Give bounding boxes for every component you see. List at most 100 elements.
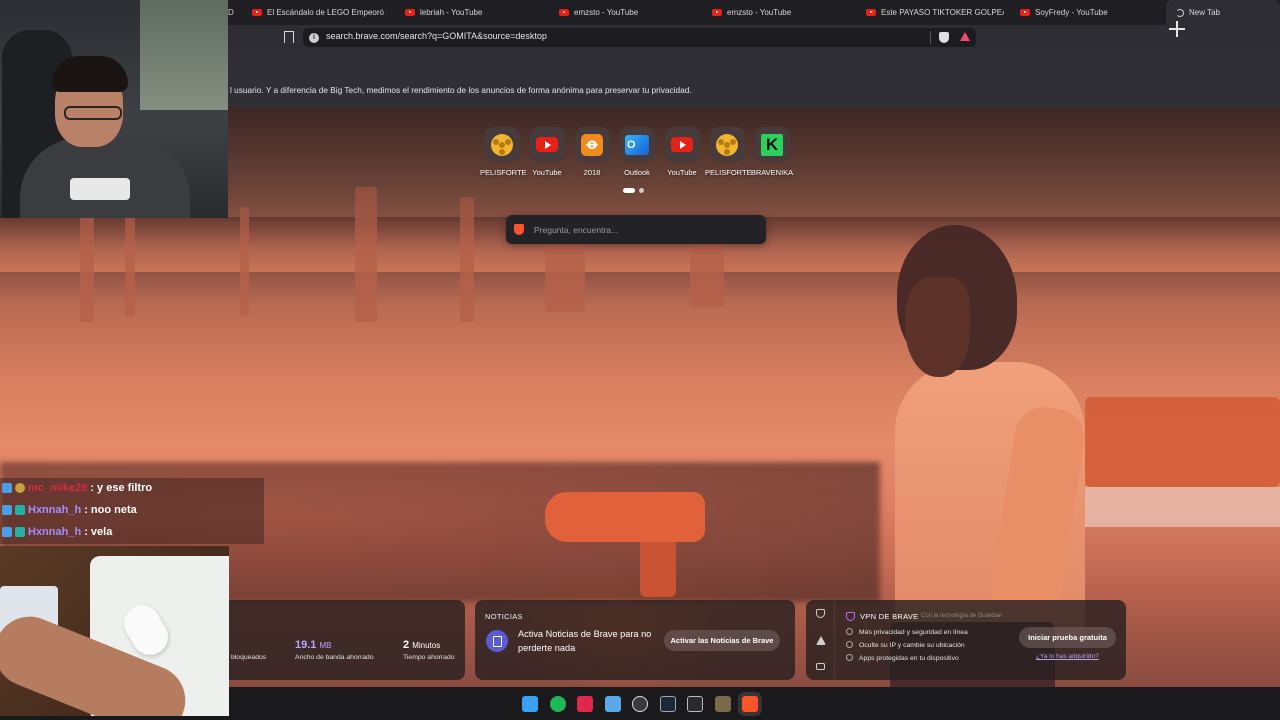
start-trial-button[interactable]: Iniciar prueba gratuita: [1019, 627, 1116, 648]
search-placeholder[interactable]: Pregunta, encuentra...: [534, 225, 618, 235]
vpn-powered-by: Con la tecnología de Guardian: [921, 613, 1003, 619]
url-text[interactable]: search.brave.com/search?q=GOMITA&source=…: [326, 31, 547, 41]
vpn-title: VPN DE BRAVE: [860, 612, 919, 621]
youtube-icon: [1020, 9, 1030, 16]
chat-badge-icon: [2, 505, 12, 515]
chat-message: Hxnnah_h : vela: [2, 522, 112, 542]
top-sites: PELISFORTE YouTube ꝋ 2018 O Outlook YouT…: [480, 127, 795, 187]
spotify-icon[interactable]: [550, 696, 566, 712]
bookmark-icon[interactable]: [284, 31, 294, 43]
obs-icon[interactable]: [632, 696, 648, 712]
top-site-label: BRAVENIKA: [750, 168, 794, 177]
time-unit: Minutos: [412, 641, 441, 650]
pager-dot[interactable]: [639, 188, 644, 193]
top-site-label: Outlook: [624, 168, 650, 177]
top-site-tile[interactable]: O: [619, 127, 655, 162]
top-site-pelisforte-2[interactable]: PELISFORTE: [705, 127, 752, 177]
top-sites-pager: [623, 188, 653, 194]
brave-rewards-icon[interactable]: [960, 32, 970, 41]
tab-5-title: Este PAYASO TIKTOKER GOLPEA MUJ: [881, 8, 1004, 17]
top-site-label: PELISFORTE: [480, 168, 527, 177]
tab-3-title: emzsto - YouTube: [574, 8, 639, 17]
handcam-overlay: [0, 546, 229, 716]
url-separator: [930, 31, 931, 44]
film-reel-icon: [716, 133, 738, 156]
stream-chat: mc_mike29 : y ese filtro Hxnnah_h : noo …: [0, 478, 264, 544]
top-site-youtube[interactable]: YouTube: [525, 127, 569, 177]
epic-games-icon[interactable]: [687, 696, 703, 712]
odnoklassniki-icon: ꝋ: [581, 133, 603, 156]
tab-1-title: El Escándalo de LEGO Empeoró - You: [267, 8, 387, 17]
chat-badge-icon: [15, 527, 25, 537]
chat-badge-icon: [15, 505, 25, 515]
background-shelf: [1072, 487, 1280, 527]
chat-text: : vela: [84, 526, 113, 538]
background-box: [1085, 397, 1280, 487]
chat-text: : y ese filtro: [90, 482, 153, 494]
pen-app-icon[interactable]: [577, 696, 593, 712]
chat-username: mc_mike29: [28, 482, 88, 494]
tab-5[interactable]: Este PAYASO TIKTOKER GOLPEA MUJ: [866, 0, 1004, 25]
top-site-tile[interactable]: ꝋ: [574, 127, 610, 162]
game-app-icon[interactable]: [715, 696, 731, 712]
vpn-feature: Más privacidad y seguridad en línea: [846, 628, 968, 636]
already-purchased-link[interactable]: ¿Ya lo has adquirido?: [1036, 653, 1099, 660]
film-reel-icon: [491, 133, 513, 156]
youtube-icon: [536, 137, 558, 152]
top-site-tile[interactable]: [664, 127, 700, 162]
news-icon: [486, 630, 508, 652]
blocked-label: bloqueados: [231, 654, 267, 661]
card-icon[interactable]: [816, 663, 825, 670]
outlook-icon: O: [625, 134, 649, 155]
top-site-2018[interactable]: ꝋ 2018: [570, 127, 614, 177]
info-banner: [228, 49, 1280, 107]
brave-shields-icon[interactable]: [939, 32, 949, 43]
youtube-icon: [671, 137, 693, 152]
tab-6[interactable]: SoyFredy - YouTube: [1020, 0, 1160, 25]
bandwidth-stat: 19.1 MB: [295, 639, 331, 651]
tab-3[interactable]: emzsto - YouTube: [559, 0, 699, 25]
chat-badge-icon: [2, 483, 12, 493]
tab-7-title: New Tab: [1189, 8, 1220, 17]
top-site-tile[interactable]: [709, 127, 745, 162]
tab-2-title: lebriah - YouTube: [420, 8, 483, 17]
chat-message: mc_mike29 : y ese filtro: [2, 478, 152, 498]
vpn-feature: Oculte su IP y cambie su ubicación: [846, 641, 965, 649]
chat-badge-icon: [2, 527, 12, 537]
chat-message: Hxnnah_h : noo neta: [2, 500, 137, 520]
chat-badge-icon: [15, 483, 25, 493]
webcam-window: [140, 0, 228, 110]
top-site-bravenika[interactable]: K BRAVENIKA: [750, 127, 794, 177]
tab-0[interactable]: D: [228, 0, 246, 25]
youtube-icon: [866, 9, 876, 16]
tab-4[interactable]: emzsto - YouTube: [712, 0, 852, 25]
steam-icon[interactable]: [660, 696, 676, 712]
youtube-icon: [559, 9, 569, 16]
top-site-label: YouTube: [532, 168, 562, 177]
brave-browser-icon[interactable]: [742, 696, 758, 712]
rewards-icon[interactable]: [816, 636, 826, 645]
loading-icon: [1176, 8, 1184, 17]
top-site-tile[interactable]: K: [754, 127, 790, 162]
shield-icon[interactable]: [816, 609, 825, 618]
windows-start-icon[interactable]: [522, 696, 538, 712]
vpn-icon: [846, 612, 855, 621]
file-explorer-icon[interactable]: [605, 696, 621, 712]
background-person: [905, 277, 970, 377]
banner-text: l usuario. Y a diferencia de Big Tech, m…: [230, 85, 692, 95]
enable-news-button[interactable]: Activar las Noticias de Brave: [664, 630, 780, 651]
tab-0-title: D: [228, 8, 234, 17]
top-site-youtube-2[interactable]: YouTube: [660, 127, 704, 177]
tab-6-title: SoyFredy - YouTube: [1035, 8, 1108, 17]
site-info-icon[interactable]: i: [309, 32, 319, 43]
top-site-pelisforte[interactable]: PELISFORTE: [480, 127, 527, 177]
top-site-tile[interactable]: [529, 127, 565, 162]
tab-1[interactable]: El Escándalo de LEGO Empeoró - You: [252, 0, 387, 25]
top-site-outlook[interactable]: O Outlook: [615, 127, 659, 177]
top-site-label: 2018: [583, 168, 601, 177]
tab-2[interactable]: lebriah - YouTube: [405, 0, 545, 25]
top-site-label: PELISFORTE: [705, 168, 752, 177]
pager-dot-active[interactable]: [623, 188, 635, 193]
youtube-icon: [405, 9, 415, 16]
top-site-tile[interactable]: [484, 127, 520, 162]
